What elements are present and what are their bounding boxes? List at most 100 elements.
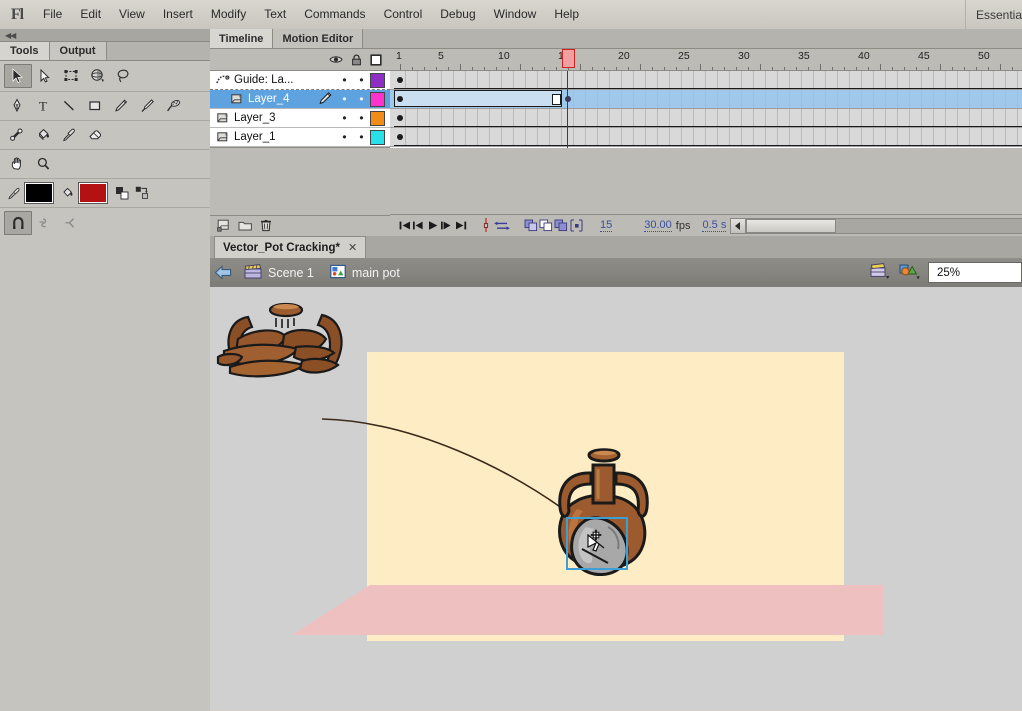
play-button[interactable] xyxy=(426,218,440,234)
bone-tool[interactable] xyxy=(4,124,30,146)
tab-output[interactable]: Output xyxy=(50,42,107,60)
zoom-tool[interactable] xyxy=(30,153,56,175)
layer-outline-color[interactable] xyxy=(370,130,385,145)
modify-markers-button[interactable] xyxy=(569,218,584,234)
3d-rotation-tool[interactable] xyxy=(84,65,110,87)
breadcrumb-scene[interactable]: Scene 1 xyxy=(236,264,322,282)
step-back-button[interactable] xyxy=(412,218,426,234)
menu-commands[interactable]: Commands xyxy=(295,0,374,29)
menu-control[interactable]: Control xyxy=(375,0,432,29)
layer-lock-toggle[interactable]: • xyxy=(353,131,370,143)
edit-symbols-icon[interactable] xyxy=(898,262,922,283)
tab-tools[interactable]: Tools xyxy=(0,42,50,60)
current-frame-indicator[interactable]: 15 xyxy=(600,219,612,232)
keyframe-marker[interactable] xyxy=(397,77,403,83)
zoom-level-field[interactable]: 25% xyxy=(928,262,1022,283)
keyframe-marker[interactable] xyxy=(397,96,403,102)
blank-keyframe[interactable] xyxy=(552,94,561,105)
tab-timeline[interactable]: Timeline xyxy=(210,29,273,48)
eyedropper-tool[interactable] xyxy=(56,124,82,146)
line-tool[interactable] xyxy=(56,95,82,117)
paint-bucket-tool[interactable] xyxy=(30,124,56,146)
keyframe-marker[interactable] xyxy=(397,134,403,140)
edit-scene-icon[interactable] xyxy=(870,262,892,283)
deco-tool[interactable] xyxy=(160,95,186,117)
free-transform-tool[interactable] xyxy=(58,65,84,87)
go-to-last-frame-button[interactable] xyxy=(454,218,468,234)
brush-tool[interactable] xyxy=(134,95,160,117)
layer-outline-color[interactable] xyxy=(370,92,385,107)
rectangle-tool[interactable] xyxy=(82,95,108,117)
new-folder-button[interactable] xyxy=(238,219,253,235)
frame-lane[interactable] xyxy=(390,90,1022,109)
frame-rate-field[interactable]: 30.00 xyxy=(644,219,672,232)
frames-body[interactable] xyxy=(390,71,1022,148)
frame-lane[interactable] xyxy=(390,71,1022,90)
pen-tool[interactable] xyxy=(4,95,30,117)
onion-skin-outlines-button[interactable] xyxy=(539,218,554,234)
selection-tool[interactable] xyxy=(4,64,32,88)
layer-row[interactable]: Layer_4•• xyxy=(210,90,390,109)
menu-insert[interactable]: Insert xyxy=(154,0,202,29)
layer-lock-toggle[interactable]: • xyxy=(353,112,370,124)
menu-window[interactable]: Window xyxy=(485,0,546,29)
pencil-tool[interactable] xyxy=(108,95,134,117)
frame-span[interactable] xyxy=(394,90,562,107)
frame-lane[interactable] xyxy=(390,109,1022,128)
lock-icon[interactable] xyxy=(346,54,366,66)
loop-playback-button[interactable] xyxy=(492,218,512,234)
layer-row[interactable]: Layer_3•• xyxy=(210,109,390,128)
new-layer-button[interactable] xyxy=(217,219,231,235)
fill-color-swatch[interactable] xyxy=(78,182,108,204)
menu-view[interactable]: View xyxy=(110,0,154,29)
eye-icon[interactable] xyxy=(326,54,346,65)
layer-lock-toggle[interactable]: • xyxy=(353,93,370,105)
menu-edit[interactable]: Edit xyxy=(71,0,110,29)
subselection-tool[interactable] xyxy=(32,65,58,87)
layer-visibility-toggle[interactable]: • xyxy=(336,112,353,124)
outline-square-icon[interactable] xyxy=(366,54,386,66)
layer-outline-color[interactable] xyxy=(370,73,385,88)
hand-tool[interactable] xyxy=(4,153,30,175)
go-to-first-frame-button[interactable] xyxy=(398,218,412,234)
frame-lane[interactable] xyxy=(390,128,1022,147)
center-frame-button[interactable] xyxy=(480,218,492,234)
scroll-track[interactable] xyxy=(746,218,1022,234)
breadcrumb-symbol[interactable]: main pot xyxy=(322,264,408,282)
swap-colors-icon[interactable] xyxy=(132,183,152,203)
layer-row[interactable]: Guide: La...•• xyxy=(210,71,390,90)
stage-area[interactable] xyxy=(210,287,1022,710)
onion-skin-button[interactable] xyxy=(524,218,539,234)
layer-visibility-toggle[interactable]: • xyxy=(336,93,353,105)
step-forward-button[interactable] xyxy=(440,218,454,234)
tab-motion-editor[interactable]: Motion Editor xyxy=(273,29,363,48)
edit-multiple-frames-button[interactable] xyxy=(554,218,569,234)
layer-lock-toggle[interactable]: • xyxy=(353,74,370,86)
text-tool[interactable]: T xyxy=(30,95,56,117)
panel-collapse-bar[interactable]: ◀◀ xyxy=(0,29,210,42)
snap-to-objects-button[interactable] xyxy=(4,211,32,235)
layer-outline-color[interactable] xyxy=(370,111,385,126)
keyframe-marker[interactable] xyxy=(397,115,403,121)
layer-visibility-toggle[interactable]: • xyxy=(336,74,353,86)
layer-row[interactable]: Layer_1•• xyxy=(210,128,390,147)
stroke-color-swatch[interactable] xyxy=(24,182,54,204)
document-tab[interactable]: Vector_Pot Cracking* ✕ xyxy=(214,236,366,258)
timeline-ruler[interactable]: 151015202530354045505560657075 xyxy=(390,49,1022,71)
smooth-option-button[interactable] xyxy=(32,212,58,234)
scroll-thumb[interactable] xyxy=(746,219,836,233)
lasso-tool[interactable] xyxy=(110,65,136,87)
timeline-hscrollbar[interactable] xyxy=(730,218,1022,233)
keyframe-marker[interactable] xyxy=(565,96,571,102)
menu-text[interactable]: Text xyxy=(255,0,295,29)
close-x-icon[interactable]: ✕ xyxy=(348,241,357,254)
workspace-switcher[interactable]: Essentia xyxy=(965,0,1022,29)
eraser-tool[interactable] xyxy=(82,124,108,146)
delete-layer-button[interactable] xyxy=(260,218,272,235)
straighten-option-button[interactable] xyxy=(58,212,84,234)
stage-canvas[interactable] xyxy=(210,287,1022,710)
black-white-swatch-icon[interactable] xyxy=(112,183,132,203)
menu-debug[interactable]: Debug xyxy=(431,0,484,29)
layer-visibility-toggle[interactable]: • xyxy=(336,131,353,143)
menu-help[interactable]: Help xyxy=(545,0,588,29)
